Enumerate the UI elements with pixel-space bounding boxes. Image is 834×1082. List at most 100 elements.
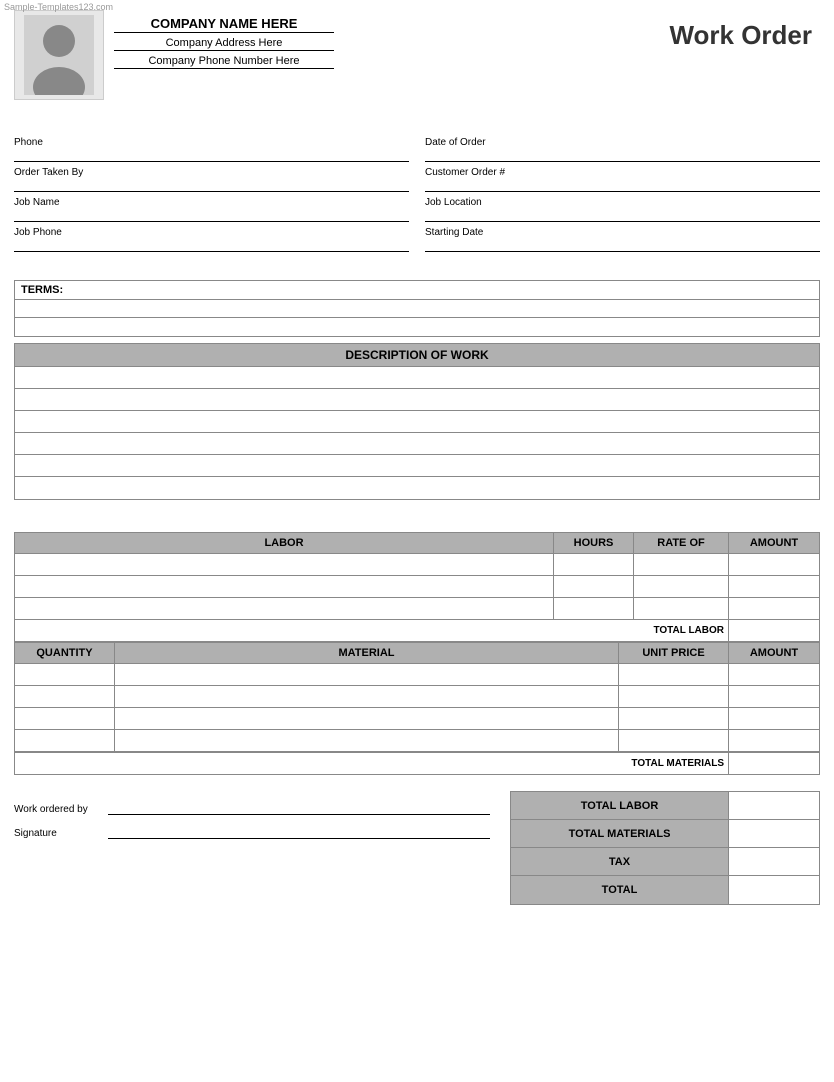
mat-cell-material-1 — [115, 664, 619, 685]
mat-data-row-1 — [15, 664, 819, 686]
mat-cell-qty-2 — [15, 686, 115, 707]
order-taken-input[interactable] — [14, 178, 409, 192]
total-labor-value — [729, 620, 819, 641]
summary-tax-value — [729, 848, 819, 875]
starting-date-label: Starting Date — [425, 227, 483, 238]
job-name-input[interactable] — [14, 208, 409, 222]
labor-cell-rate-3 — [634, 598, 729, 619]
logo-box — [14, 10, 104, 100]
mat-cell-unit-2 — [619, 686, 729, 707]
summary-tax-label: TAX — [511, 848, 729, 875]
labor-col-labor-header: LABOR — [15, 533, 554, 553]
labor-header-row: LABOR HOURS RATE OF AMOUNT — [15, 533, 819, 554]
summary-total-materials-row: TOTAL MATERIALS — [511, 820, 819, 848]
job-phone-label: Job Phone — [14, 227, 62, 238]
labor-cell-labor-2 — [15, 576, 554, 597]
job-name-label: Job Name — [14, 197, 60, 208]
labor-cell-labor-3 — [15, 598, 554, 619]
labor-cell-hours-3 — [554, 598, 634, 619]
labor-col-amount-header: AMOUNT — [729, 533, 819, 553]
summary-tax-row: TAX — [511, 848, 819, 876]
dow-header: DESCRIPTION OF WORK — [15, 344, 819, 367]
job-phone-input[interactable] — [14, 238, 409, 252]
mat-cell-material-3 — [115, 708, 619, 729]
work-ordered-by-label: Work ordered by — [14, 804, 104, 815]
mat-data-row-2 — [15, 686, 819, 708]
date-of-order-label: Date of Order — [425, 137, 486, 148]
watermark-text: Sample-Templates123.com — [4, 2, 113, 12]
summary-total-value — [729, 876, 819, 904]
job-phone-field: Job Phone — [14, 226, 409, 252]
dow-row-6 — [15, 477, 819, 499]
mat-cell-unit-1 — [619, 664, 729, 685]
form-section: Phone Date of Order Order Taken By Custo… — [14, 122, 820, 252]
phone-input[interactable] — [14, 148, 409, 162]
labor-cell-amount-1 — [729, 554, 819, 575]
starting-date-input[interactable] — [425, 238, 820, 252]
form-row-1: Phone Date of Order — [14, 136, 820, 162]
labor-cell-labor-1 — [15, 554, 554, 575]
labor-col-hours-header: HOURS — [554, 533, 634, 553]
company-address: Company Address Here — [114, 37, 334, 51]
labor-cell-amount-2 — [729, 576, 819, 597]
header-left: COMPANY NAME HERE Company Address Here C… — [14, 10, 334, 100]
mat-cell-material-4 — [115, 730, 619, 751]
labor-cell-hours-1 — [554, 554, 634, 575]
mat-cell-qty-3 — [15, 708, 115, 729]
mat-col-qty-header: QUANTITY — [15, 643, 115, 663]
date-of-order-field: Date of Order — [425, 136, 820, 162]
dow-row-1 — [15, 367, 819, 389]
dow-row-5 — [15, 455, 819, 477]
company-name: COMPANY NAME HERE — [114, 16, 334, 33]
job-location-field: Job Location — [425, 196, 820, 222]
summary-total-labor-value — [729, 792, 819, 819]
work-ordered-by-input[interactable] — [108, 801, 490, 815]
total-labor-label: TOTAL LABOR — [15, 620, 729, 641]
labor-data-row-2 — [15, 576, 819, 598]
labor-data-row-3 — [15, 598, 819, 620]
total-materials-label: TOTAL MATERIALS — [15, 753, 729, 774]
form-row-3: Job Name Job Location — [14, 196, 820, 222]
total-materials-row: TOTAL MATERIALS — [15, 752, 819, 774]
mat-cell-material-2 — [115, 686, 619, 707]
signature-field: Signature — [14, 825, 490, 839]
header: COMPANY NAME HERE Company Address Here C… — [14, 10, 820, 104]
labor-cell-hours-2 — [554, 576, 634, 597]
job-location-input[interactable] — [425, 208, 820, 222]
mat-cell-amount-3 — [729, 708, 819, 729]
mat-cell-amount-2 — [729, 686, 819, 707]
mat-cell-unit-3 — [619, 708, 729, 729]
form-row-4: Job Phone Starting Date — [14, 226, 820, 252]
phone-field: Phone — [14, 136, 409, 162]
mat-data-row-4 — [15, 730, 819, 752]
phone-label: Phone — [14, 137, 43, 148]
description-of-work-section: DESCRIPTION OF WORK — [14, 343, 820, 500]
signature-label: Signature — [14, 828, 104, 839]
dow-row-3 — [15, 411, 819, 433]
summary-table: TOTAL LABOR TOTAL MATERIALS TAX TOTAL — [510, 791, 820, 905]
order-taken-label: Order Taken By — [14, 167, 83, 178]
date-of-order-input[interactable] — [425, 148, 820, 162]
total-labor-row: TOTAL LABOR — [15, 620, 819, 642]
terms-line-1 — [15, 300, 819, 318]
mat-cell-amount-1 — [729, 664, 819, 685]
customer-order-input[interactable] — [425, 178, 820, 192]
customer-order-field: Customer Order # — [425, 166, 820, 192]
mat-col-unit-header: UNIT PRICE — [619, 643, 729, 663]
summary-total-materials-value — [729, 820, 819, 847]
mat-cell-qty-4 — [15, 730, 115, 751]
form-row-2: Order Taken By Customer Order # — [14, 166, 820, 192]
company-phone: Company Phone Number Here — [114, 55, 334, 69]
summary-total-materials-label: TOTAL MATERIALS — [511, 820, 729, 847]
labor-cell-rate-1 — [634, 554, 729, 575]
company-info: COMPANY NAME HERE Company Address Here C… — [114, 10, 334, 73]
dow-row-4 — [15, 433, 819, 455]
total-materials-value — [729, 753, 819, 774]
terms-header: TERMS: — [15, 281, 819, 300]
signature-input[interactable] — [108, 825, 490, 839]
materials-header-row: QUANTITY MATERIAL UNIT PRICE AMOUNT — [15, 643, 819, 664]
terms-section: TERMS: — [14, 280, 820, 337]
mat-col-material-header: MATERIAL — [115, 643, 619, 663]
materials-section: QUANTITY MATERIAL UNIT PRICE AMOUNT — [14, 643, 820, 775]
labor-col-rate-header: RATE OF — [634, 533, 729, 553]
